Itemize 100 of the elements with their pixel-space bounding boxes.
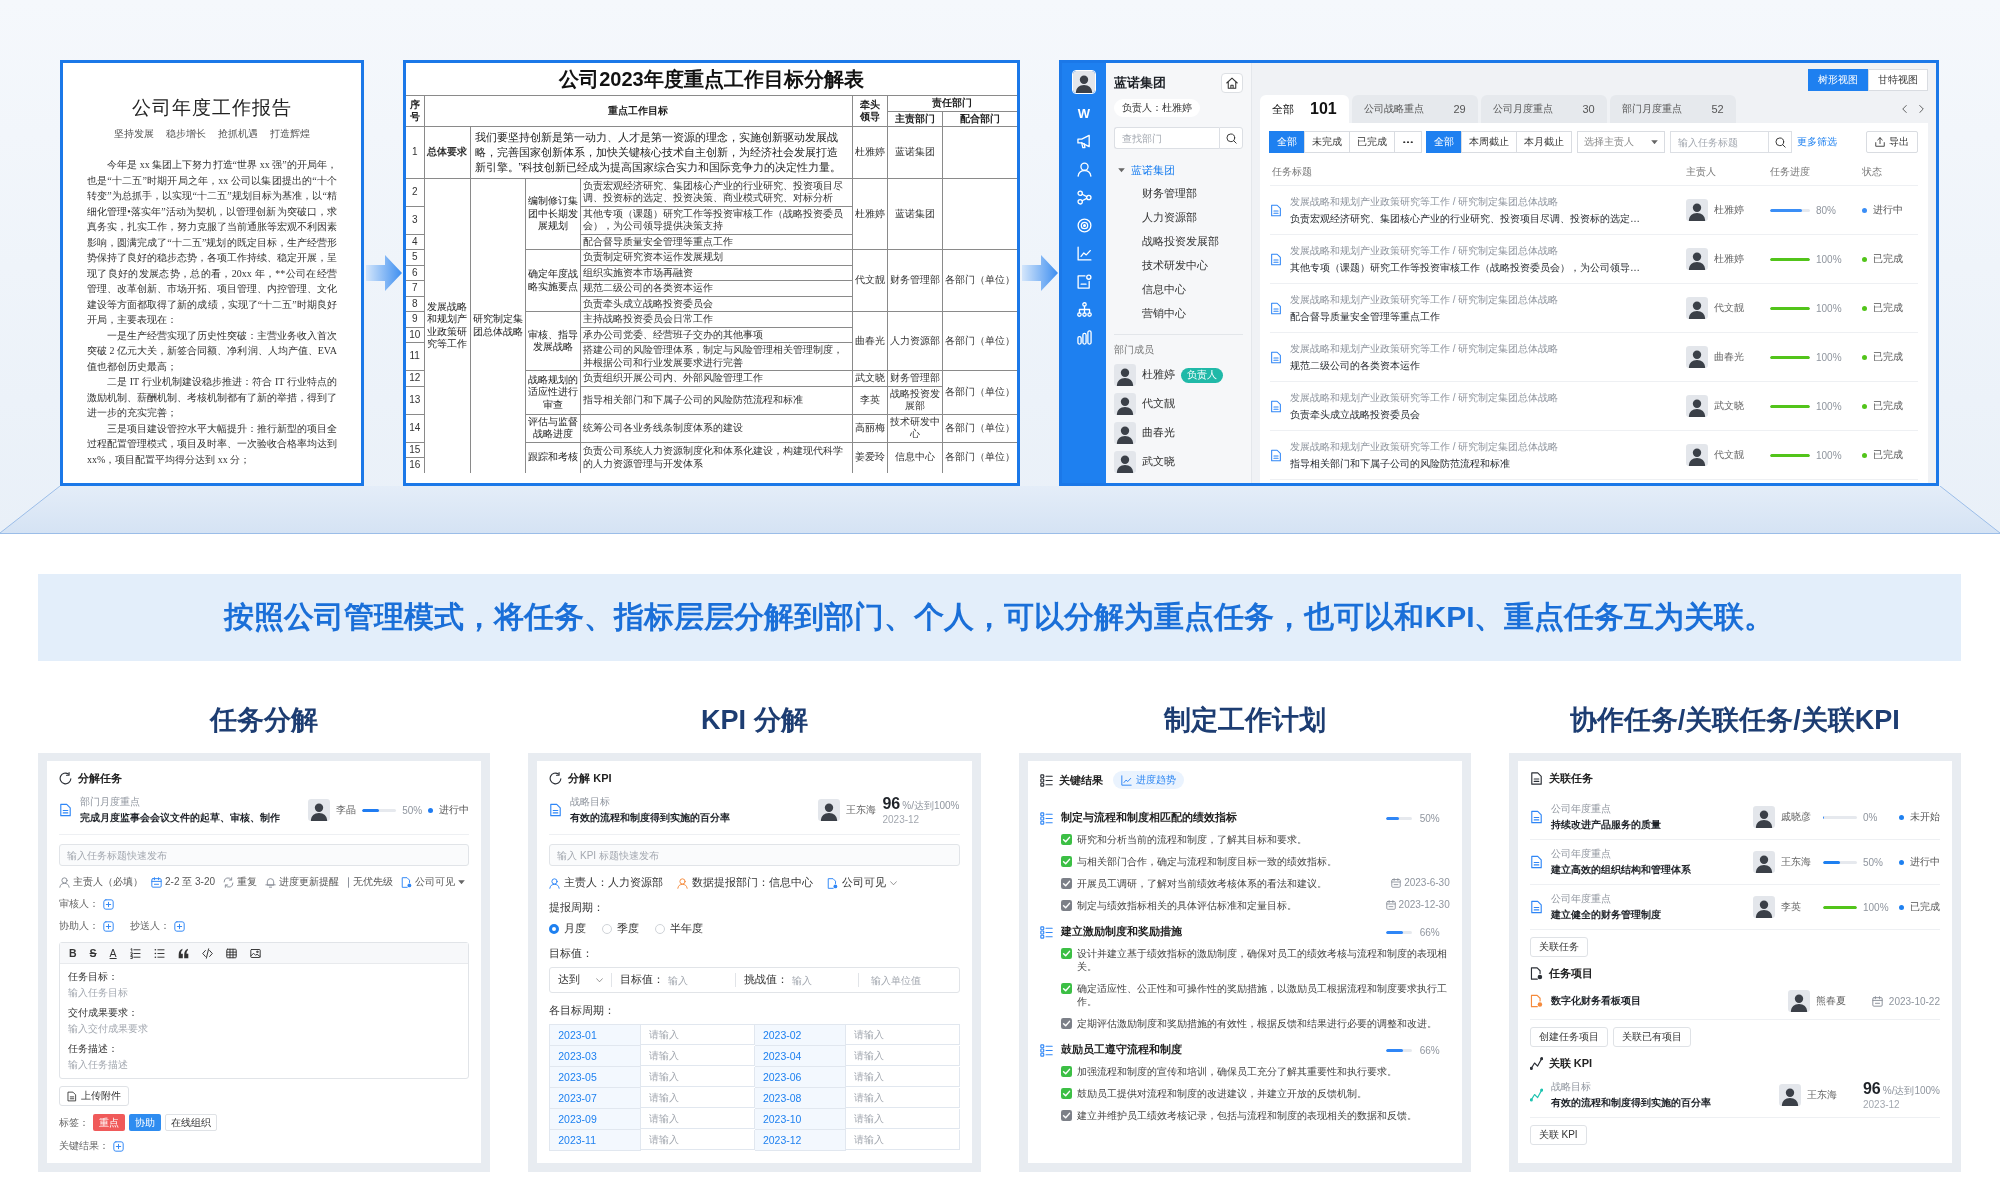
text-editor[interactable]: B S A 任务目标： 输入任务目标 交付成果要求： 输入交付成果要求 任务描述： 输入任务描述 [59,942,470,1079]
chevron-left-icon[interactable] [1902,105,1907,113]
value-input[interactable]: 请输入 [641,1109,755,1129]
owner-picker[interactable]: 主责人：人力资源部 [549,876,664,890]
quick-task-input[interactable]: 输入任务标题快速发布 [59,844,470,866]
progress-trend-button[interactable]: 进度趋势 [1112,771,1184,789]
reporter-picker[interactable]: 数据提报部门：信息中心 [677,876,814,890]
tree-item[interactable]: 战略投资发展部 [1114,230,1243,254]
project-action-button[interactable]: 创建任务项目 [1529,1027,1608,1047]
status-filter[interactable]: 全部 [1269,131,1305,153]
checkbox-icon[interactable] [1060,1018,1072,1029]
checkbox-icon[interactable] [1060,1088,1072,1099]
visibility-picker[interactable]: 公司可见 [401,875,466,889]
view-tab[interactable]: 树形视图 [1808,69,1868,91]
task-title[interactable]: 配合督导质量安全管理等重点工作 [1290,309,1440,324]
share-nodes-icon[interactable] [1076,190,1092,205]
home-button[interactable] [1221,73,1243,93]
checkbox-icon[interactable] [1060,1110,1072,1121]
upload-button[interactable]: 上传附件 [59,1086,129,1106]
user-icon[interactable] [1076,162,1092,177]
member-name[interactable]: 曲春光 [1142,426,1175,440]
add-icon[interactable] [113,1140,124,1152]
kpi-title[interactable]: 有效的流程和制度得到实施的百分率 [570,811,731,825]
bar-chart-icon[interactable] [1076,330,1092,345]
tree-item[interactable]: 蓝诺集团 [1114,159,1243,182]
megaphone-icon[interactable] [1076,134,1092,149]
checkbox-icon[interactable] [1060,1066,1072,1077]
unit-input[interactable]: 输入单位值 [867,973,959,987]
logo[interactable]: W [1077,107,1091,121]
export-button[interactable]: 导出 [1866,131,1918,153]
tree-item[interactable]: 技术研发中心 [1114,254,1243,278]
table-icon[interactable] [225,947,237,959]
value-input[interactable]: 请输入 [845,1046,960,1066]
task-search-field[interactable]: 输入任务标题 [1670,131,1768,153]
member-name[interactable]: 代文靓 [1142,397,1175,411]
checkbox-icon[interactable] [1060,900,1072,911]
org-tree-icon[interactable] [1076,302,1092,317]
value-input[interactable]: 请输入 [641,1088,755,1108]
kpi-title[interactable]: 有效的流程和制度得到实施的百分率 [1550,1096,1711,1110]
value-input[interactable]: 请输入 [845,1109,960,1129]
task-title[interactable]: 其他专项（课题）研究工作等投资审核工作（战略投资委员会），为公司领导… [1290,260,1640,275]
tree-item[interactable]: 信息中心 [1114,278,1243,302]
objective-title[interactable]: 建立激励制度和奖励措施 [1060,925,1182,939]
line-chart-icon[interactable] [1076,246,1092,261]
objective-title[interactable]: 制定与流程和制度相匹配的绩效指标 [1060,811,1237,825]
checkbox-icon[interactable] [1060,834,1072,845]
value-input[interactable]: 请输入 [845,1025,960,1045]
objective-title[interactable]: 鼓励员工遵守流程和制度 [1060,1043,1182,1057]
priority-picker[interactable]: 无优先级 [347,875,394,889]
task-title[interactable]: 持续改进产品服务的质量 [1550,818,1661,832]
category-tab[interactable]: 公司月度重点 30 [1480,95,1607,123]
caret-down-icon[interactable] [1118,168,1125,173]
strikethrough-button[interactable]: S [89,947,97,959]
category-tab[interactable]: 公司战略重点 29 [1351,95,1478,123]
category-tab[interactable]: 全部 101 [1260,95,1349,123]
due-filter[interactable]: 本周截止 [1461,131,1517,153]
chevron-right-icon[interactable] [1919,105,1924,113]
checkbox-icon[interactable] [1060,878,1072,889]
link-task-button[interactable]: 关联任务 [1529,937,1588,957]
code-icon[interactable] [201,947,213,959]
search-button[interactable] [1768,131,1792,153]
repeat-option[interactable]: 重复 [223,875,258,889]
tree-item[interactable]: 财务管理部 [1114,182,1243,206]
checkbox-icon[interactable] [1060,983,1072,994]
value-input[interactable]: 请输入 [845,1067,960,1087]
bold-button[interactable]: B [69,947,77,959]
link-kpi-button[interactable]: 关联 KPI [1529,1125,1587,1145]
assignee-picker[interactable]: 主责人（必填） [59,875,143,889]
project-title[interactable]: 数字化财务看板项目 [1550,994,1780,1008]
view-tab[interactable]: 甘特视图 [1868,69,1928,91]
value-input[interactable]: 请输入 [845,1088,960,1108]
status-filter[interactable]: 未完成 [1304,131,1350,153]
radio-option[interactable]: 季度 [602,922,640,936]
owner-select[interactable]: 选择主责人 [1577,131,1665,153]
tag[interactable]: 在线组织 [165,1114,217,1131]
member-name[interactable]: 杜雅婷 [1142,368,1175,382]
task-title[interactable]: 负责宏观经济研究、集团核心产业的行业研究、投资项目尽调、投资标的选定… [1290,211,1640,226]
value-input[interactable]: 请输入 [845,1130,960,1150]
task-title[interactable]: 指导相关部门和下属子公司的风险防范流程和标准 [1290,456,1510,471]
checkbox-icon[interactable] [1060,948,1072,959]
quote-icon[interactable] [177,947,189,959]
edit-note-icon[interactable] [1076,274,1092,289]
add-icon[interactable] [174,920,185,932]
value-input[interactable]: 请输入 [641,1046,755,1066]
checkbox-icon[interactable] [1060,856,1072,867]
task-title[interactable]: 规范二级公司的各类资本运作 [1290,358,1420,373]
tree-item[interactable]: 营销中心 [1114,302,1243,326]
quick-kpi-input[interactable]: 输入 KPI 标题快速发布 [549,844,960,866]
category-tab[interactable]: 部门月度重点 52 [1609,95,1736,123]
add-icon[interactable] [103,898,114,910]
more-filters-link[interactable]: 更多筛选 [1797,135,1837,149]
value-input[interactable]: 请输入 [641,1130,755,1150]
status-filter[interactable]: 已完成 [1349,131,1395,153]
due-filter[interactable]: 本月截止 [1516,131,1572,153]
bullet-list-icon[interactable] [153,947,165,959]
challenge-value-input[interactable]: 输入 [787,973,858,987]
radio-option[interactable]: 月度 [549,922,587,936]
search-button[interactable] [1219,127,1243,149]
due-filter[interactable]: 全部 [1426,131,1462,153]
add-icon[interactable] [103,920,114,932]
